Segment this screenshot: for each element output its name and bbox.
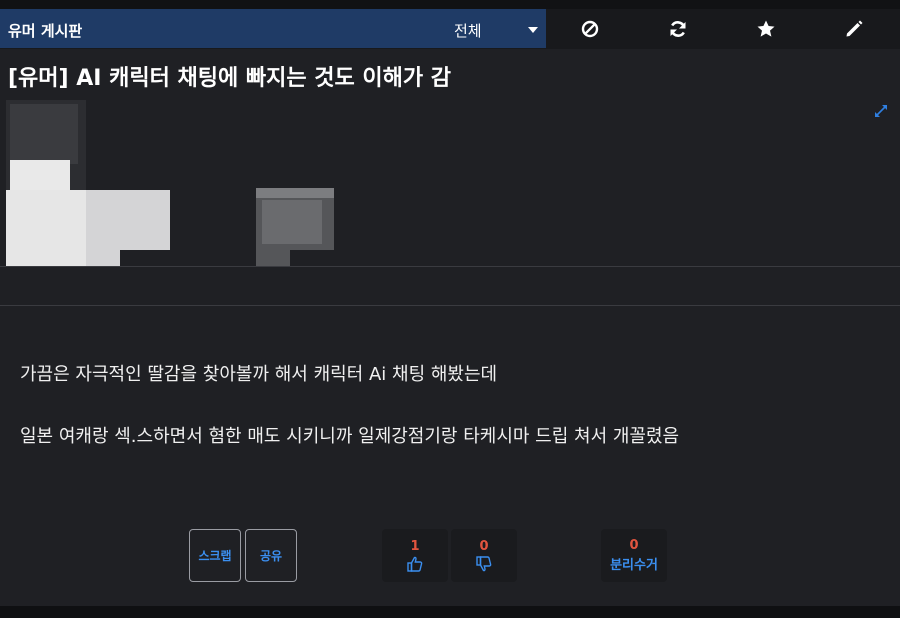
recycle-label: 분리수거	[610, 558, 658, 573]
refresh-button[interactable]	[634, 9, 722, 48]
block-button[interactable]	[546, 9, 634, 48]
thumbs-up-icon	[407, 556, 423, 572]
refresh-icon	[670, 20, 686, 37]
scrap-button[interactable]: 스크랩	[189, 529, 241, 582]
post-title: [유머] AI 캐릭터 채팅에 빠지는 것도 이해가 감	[8, 66, 452, 91]
share-button[interactable]: 공유	[245, 529, 297, 582]
window-bottom-edge	[0, 606, 900, 618]
downvote-button[interactable]: 0	[451, 529, 517, 582]
downvote-count: 0	[479, 538, 489, 554]
chevron-down-icon	[528, 27, 538, 33]
board-selector[interactable]: 유머 게시판 전체	[0, 9, 546, 48]
upvote-count: 1	[410, 538, 420, 554]
favorite-button[interactable]	[722, 9, 810, 48]
star-icon	[757, 20, 775, 37]
post-body-line-1: 가끔은 자극적인 딸감을 찾아볼까 해서 캐릭터 Ai 채팅 해봤는데	[20, 364, 498, 385]
upvote-button[interactable]: 1	[382, 529, 448, 582]
board-name: 유머 게시판	[8, 22, 83, 40]
board-filter-value: 전체	[454, 22, 482, 40]
post-image-redacted	[0, 100, 900, 266]
write-button[interactable]	[810, 9, 898, 48]
window-top-edge	[0, 0, 900, 9]
media-divider-top	[0, 266, 900, 267]
recycle-button[interactable]: 0 분리수거	[601, 529, 667, 582]
media-divider-bottom	[0, 305, 900, 306]
post-body-line-2: 일본 여캐랑 섹.스하면서 혐한 매도 시키니까 일제강점기랑 타케시마 드립 …	[20, 426, 680, 447]
thumbs-down-icon	[476, 555, 492, 571]
recycle-count: 0	[629, 538, 639, 553]
pencil-icon	[846, 20, 863, 36]
block-icon	[581, 20, 599, 37]
